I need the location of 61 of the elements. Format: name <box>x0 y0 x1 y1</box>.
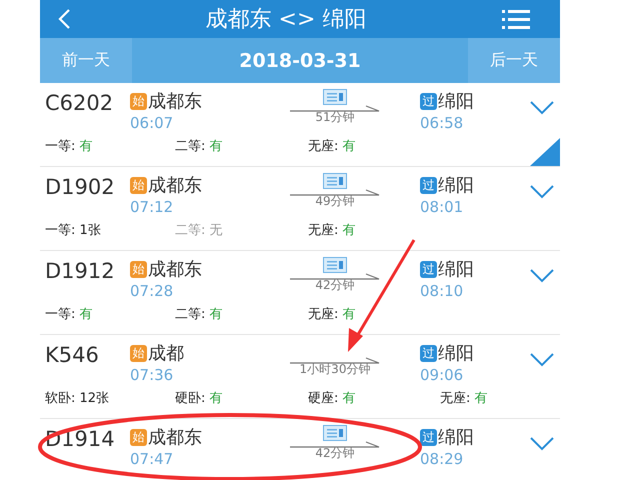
train-number: K546 <box>45 342 100 369</box>
train-number: C6202 <box>45 90 114 117</box>
menu-icon[interactable] <box>502 9 530 29</box>
seat-availability: 二等: 有 <box>175 306 224 323</box>
origin-badge: 始 <box>130 176 147 194</box>
departure-station: 成都东 <box>148 90 202 113</box>
origin-badge: 始 <box>130 428 147 446</box>
trip-duration: 51分钟 <box>315 110 355 124</box>
arrival-time: 08:10 <box>420 281 464 301</box>
pass-badge: 过 <box>420 344 437 362</box>
pass-badge: 过 <box>420 176 437 194</box>
chevron-down-icon[interactable] <box>530 101 554 115</box>
trip-duration: 49分钟 <box>315 194 355 208</box>
pass-badge: 过 <box>420 428 437 446</box>
departure-station: 成都东 <box>148 426 202 449</box>
departure-time: 07:36 <box>130 365 174 385</box>
pass-badge: 过 <box>420 260 437 278</box>
arrival-time: 08:01 <box>420 197 464 217</box>
arrival-time: 06:58 <box>420 113 464 133</box>
departure-station: 成都东 <box>148 174 202 197</box>
chevron-down-icon[interactable] <box>530 353 554 367</box>
seat-availability: 无座: 有 <box>308 306 357 323</box>
seat-availability: 无座: 有 <box>308 138 357 155</box>
chevron-down-icon[interactable] <box>530 185 554 199</box>
origin-badge: 始 <box>130 344 147 362</box>
chevron-down-icon[interactable] <box>530 269 554 283</box>
pass-badge: 过 <box>420 92 437 110</box>
train-number: D1912 <box>45 258 116 285</box>
departure-time: 07:12 <box>130 197 174 217</box>
seat-availability: 一等: 有 <box>45 306 94 323</box>
date-label: 2018-03-31 <box>238 48 362 74</box>
seat-availability: 一等: 1张 <box>45 222 102 239</box>
trip-duration: 1小时30分钟 <box>300 362 370 376</box>
seat-availability: 硬卧: 有 <box>175 390 224 407</box>
trip-duration: 42分钟 <box>315 278 355 292</box>
chevron-down-icon[interactable] <box>530 437 554 451</box>
seat-availability: 硬座: 有 <box>308 390 357 407</box>
origin-badge: 始 <box>130 92 147 110</box>
arrival-station: 绵阳 <box>438 258 474 281</box>
seat-availability: 一等: 有 <box>45 138 94 155</box>
arrival-station: 绵阳 <box>438 174 474 197</box>
train-number: D1902 <box>45 174 116 201</box>
departure-station: 成都东 <box>148 258 202 281</box>
departure-time: 07:28 <box>130 281 174 301</box>
seat-availability: 二等: 有 <box>175 138 224 155</box>
departure-time: 07:47 <box>130 449 174 469</box>
seat-availability: 无座: 有 <box>308 222 357 239</box>
arrival-station: 绵阳 <box>438 342 474 365</box>
arrival-time: 08:29 <box>420 449 464 469</box>
arrival-time: 09:06 <box>420 365 464 385</box>
trip-duration: 42分钟 <box>315 446 355 460</box>
route-title: 成都东 <> 绵阳 <box>206 6 366 34</box>
departure-time: 06:07 <box>130 113 174 133</box>
arrival-station: 绵阳 <box>438 90 474 113</box>
origin-badge: 始 <box>130 260 147 278</box>
back-icon[interactable] <box>58 9 70 29</box>
seat-availability: 二等: 无 <box>175 222 224 239</box>
seat-availability: 软卧: 12张 <box>45 390 110 407</box>
seat-availability: 无座: 有 <box>440 390 489 407</box>
departure-station: 成都 <box>148 342 184 365</box>
arrival-station: 绵阳 <box>438 426 474 449</box>
